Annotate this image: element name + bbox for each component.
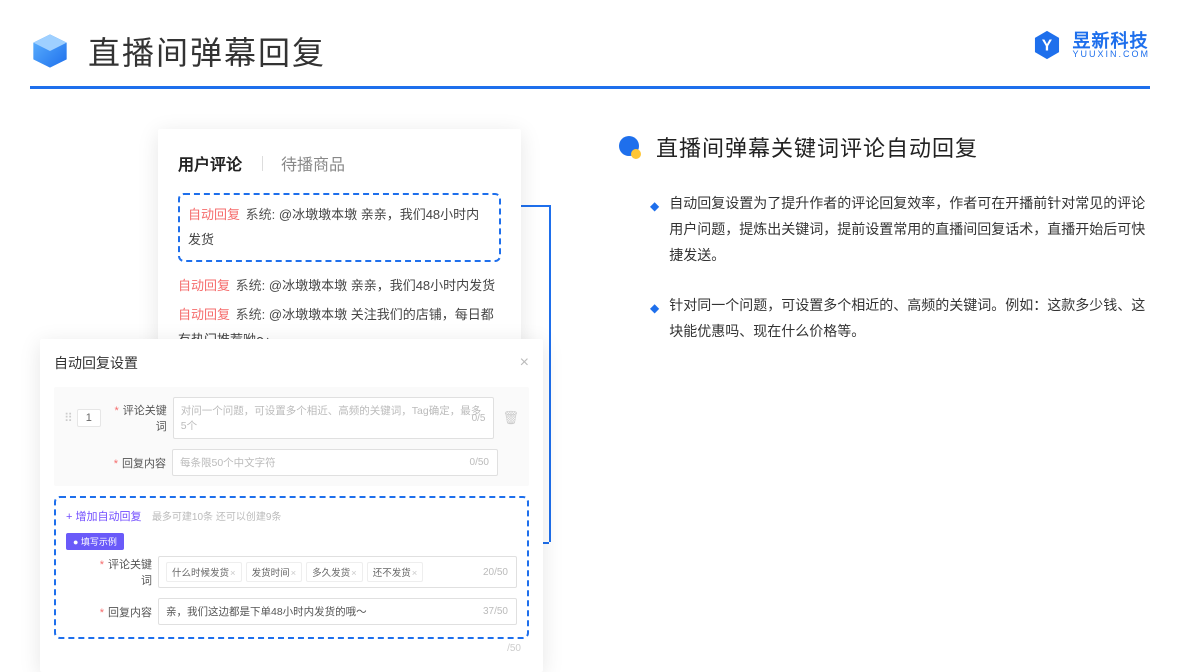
example-content-input[interactable]: 亲，我们这边都是下单48小时内发货的哦～ 37/50 — [158, 598, 517, 625]
brand-block: Y 昱新科技 YUUXIN.COM — [1030, 28, 1150, 62]
svg-text:Y: Y — [1042, 38, 1053, 55]
section-bullet-icon — [616, 133, 644, 161]
auto-reply-tag: 自动回复 — [188, 207, 240, 222]
content-count: 0/50 — [470, 457, 489, 468]
tab-pending-products[interactable]: 待播商品 — [281, 151, 345, 175]
example-kw-count: 20/50 — [483, 567, 508, 578]
keyword-count: 0/5 — [472, 413, 486, 424]
example-keyword-label: 评论关键词 — [94, 556, 152, 588]
section-title: 直播间弹幕关键词评论自动回复 — [656, 131, 978, 163]
lower-count: /50 — [54, 639, 529, 654]
connector-line — [521, 205, 549, 207]
bullet-item: ◆ 自动回复设置为了提升作者的评论回复效率，作者可在开播前针对常见的评论用户问题… — [616, 191, 1150, 269]
example-badge: ● 填写示例 — [66, 533, 124, 550]
bullet-item: ◆ 针对同一个问题，可设置多个相近的、高频的关键词。例如：这款多少钱、这块能优惠… — [616, 293, 1150, 345]
app-logo-icon — [30, 31, 70, 71]
settings-title: 自动回复设置 — [54, 353, 138, 373]
system-tag: 系统: — [236, 307, 266, 322]
connector-line — [549, 205, 551, 542]
example-highlighted-block: + 增加自动回复 最多可建10条 还可以创建9条 ● 填写示例 评论关键词 什么… — [54, 496, 529, 639]
content-label: 回复内容 — [108, 455, 166, 471]
delete-icon[interactable]: 🗑 — [502, 410, 519, 426]
keyword-label: 评论关键词 — [109, 402, 167, 434]
diamond-bullet-icon: ◆ — [650, 195, 659, 269]
bullet-text: 自动回复设置为了提升作者的评论回复效率，作者可在开播前针对常见的评论用户问题，提… — [669, 191, 1150, 269]
keyword-chip: 发货时间× — [246, 562, 303, 582]
add-note: 最多可建10条 还可以创建9条 — [152, 512, 281, 523]
brand-logo-icon: Y — [1030, 28, 1064, 62]
keyword-chip: 什么时候发货× — [166, 562, 242, 582]
auto-reply-tag: 自动回复 — [178, 278, 230, 293]
brand-subtitle: YUUXIN.COM — [1072, 50, 1150, 59]
diamond-bullet-icon: ◆ — [650, 297, 659, 345]
keyword-chip: 多久发货× — [306, 562, 363, 582]
bullet-text: 针对同一个问题，可设置多个相近的、高频的关键词。例如：这款多少钱、这块能优惠吗、… — [669, 293, 1150, 345]
auto-reply-tag: 自动回复 — [178, 307, 230, 322]
example-keyword-input[interactable]: 什么时候发货× 发货时间× 多久发货× 还不发货× 20/50 — [158, 556, 517, 588]
page-title: 直播间弹幕回复 — [88, 28, 326, 74]
brand-name: 昱新科技 — [1072, 32, 1150, 50]
rule-index: 1 — [77, 409, 101, 427]
keyword-input[interactable]: 对问一个问题，可设置多个相近、高频的关键词，Tag确定，最多5个 0/5 — [173, 397, 495, 439]
keyword-chip: 还不发货× — [367, 562, 424, 582]
highlighted-comment: 自动回复 系统: @冰墩墩本墩 亲亲，我们48小时内发货 — [178, 193, 501, 262]
content-input[interactable]: 每条限50个中文字符 0/50 — [172, 449, 498, 476]
example-ct-count: 37/50 — [483, 606, 508, 617]
tab-user-comments[interactable]: 用户评论 — [178, 151, 242, 175]
tab-divider — [262, 156, 263, 171]
add-auto-reply-link[interactable]: + 增加自动回复 — [66, 511, 141, 523]
comment-text: @冰墩墩本墩 亲亲，我们48小时内发货 — [269, 278, 495, 293]
example-content-label: 回复内容 — [94, 604, 152, 620]
close-icon[interactable]: × — [520, 354, 529, 372]
system-tag: 系统: — [246, 207, 276, 222]
auto-reply-settings-panel: 自动回复设置 × ⠿ 1 评论关键词 对问一个问题，可设置多个相近、高频的关键词… — [40, 339, 543, 672]
system-tag: 系统: — [236, 278, 266, 293]
